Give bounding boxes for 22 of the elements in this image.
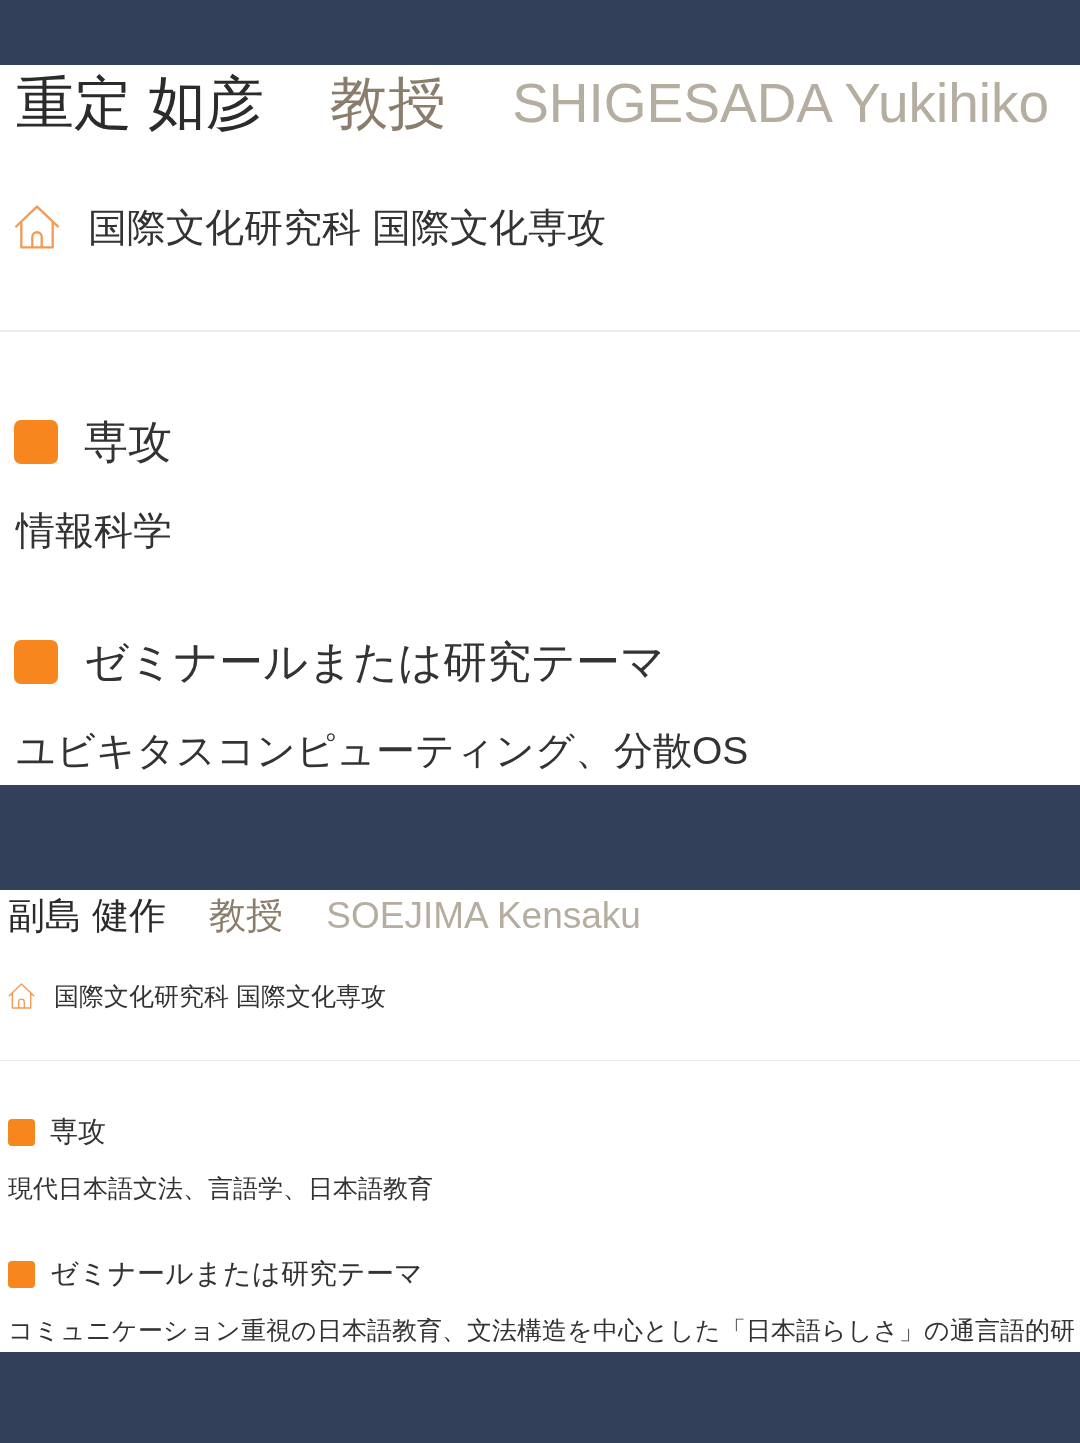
section-body: コミュニケーション重視の日本語教育、文法構造を中心とした「日本語らしさ」の通言語的研 xyxy=(8,1315,1075,1345)
section-body: 現代日本語文法、言語学、日本語教育 xyxy=(8,1173,433,1203)
person-name: 重定 如彦 xyxy=(16,74,265,132)
section-heading: 専攻 xyxy=(50,1118,106,1146)
section-body: 情報科学 xyxy=(16,508,172,552)
section-body: ユビキタスコンピューティング、分散OS xyxy=(16,728,749,772)
section-marker-icon xyxy=(14,640,58,684)
affiliation-text: 国際文化研究科 国際文化専攻 xyxy=(54,983,386,1009)
home-icon xyxy=(8,982,35,1010)
section-heading: ゼミナールまたは研究テーマ xyxy=(50,1260,423,1288)
job-title: 教授 xyxy=(209,896,284,934)
section-marker-icon xyxy=(8,1118,35,1146)
section-heading: 専攻 xyxy=(84,420,172,464)
home-icon xyxy=(14,204,60,250)
person-name: 副島 健作 xyxy=(8,896,167,934)
romanized-name: SHIGESADA Yukihiko xyxy=(512,75,1050,131)
affiliation-text: 国際文化研究科 国際文化専攻 xyxy=(88,207,606,247)
section-heading: ゼミナールまたは研究テーマ xyxy=(84,640,665,684)
romanized-name: SOEJIMA Kensaku xyxy=(326,896,641,934)
job-title: 教授 xyxy=(330,74,447,132)
section-marker-icon xyxy=(14,420,58,464)
section-marker-icon xyxy=(8,1260,35,1288)
